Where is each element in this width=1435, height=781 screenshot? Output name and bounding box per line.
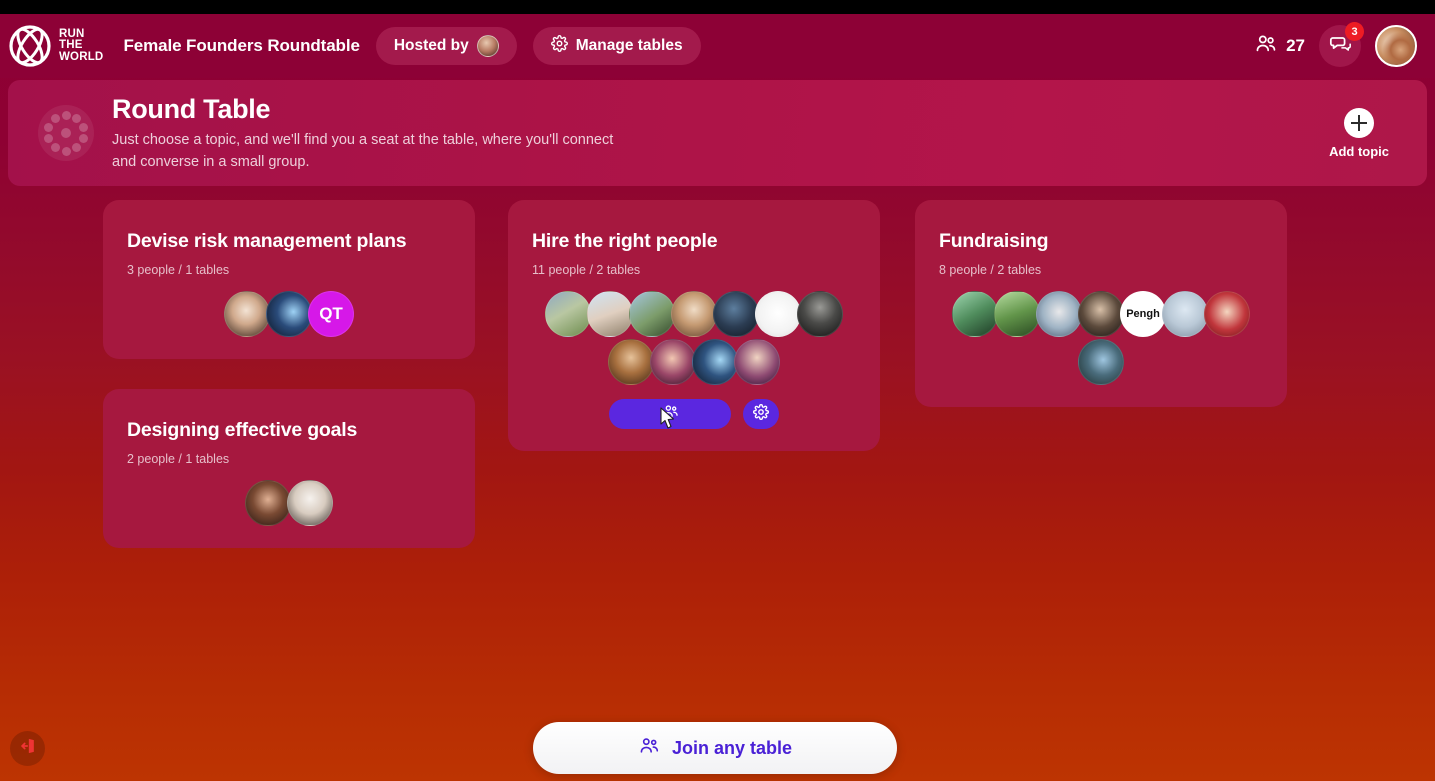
topic-card-actions [532,399,856,429]
topic-meta: 3 people / 1 tables [127,263,230,277]
participant-avatar[interactable]: Pengh [1120,291,1166,337]
brand-logo-line-3: WORLD [59,50,104,63]
participant-avatar[interactable] [266,291,312,337]
topic-meta: 2 people / 1 tables [127,452,230,466]
join-any-table-label: Join any table [671,737,793,758]
add-topic-label: Add topic [1329,143,1389,159]
participant-avatars: QT [127,291,451,337]
topic-meta: 8 people / 2 tables [939,263,1042,277]
page-subtitle: Just choose a topic, and we'll find you … [112,131,614,170]
viewer-count-group: 27 [1255,34,1305,59]
manage-tables-label: Manage tables [575,37,683,54]
header-actions: 27 3 [1255,22,1417,67]
brand-logo-text: RUN THE WORLD [59,28,104,64]
host-avatar [476,35,499,57]
participant-avatar[interactable] [797,291,843,337]
topic-column-2: Hire the right people 11 people / 2 table… [508,200,880,481]
participant-avatar[interactable] [1036,291,1082,337]
round-table-banner: Round Table Just choose a topic, and we'… [8,80,1427,186]
participant-avatars: Pengh [939,291,1263,385]
participant-avatar[interactable] [734,339,780,385]
leave-event-button[interactable] [10,731,45,766]
topic-card[interactable]: Fundraising 8 people / 2 tables Pengh [915,200,1287,407]
gear-icon [550,35,568,57]
user-avatar[interactable] [1375,25,1417,67]
topic-title: Designing effective goals [127,419,358,441]
topic-meta: 11 people / 2 tables [532,263,641,277]
participant-avatars [532,291,856,385]
join-table-button[interactable] [609,399,731,429]
participant-avatar[interactable] [692,339,738,385]
page-title: Round Table [112,93,271,124]
participant-avatars [127,480,451,526]
participant-avatar[interactable] [629,291,675,337]
topic-card[interactable]: Designing effective goals 2 people / 1 ta… [103,389,475,548]
leave-exit-icon [18,736,38,761]
avatar-row [1078,339,1124,385]
participant-avatar[interactable] [952,291,998,337]
participant-avatar[interactable] [545,291,591,337]
people-icon [638,737,660,760]
topic-column-3: Fundraising 8 people / 2 tables Pengh [915,200,1287,437]
brand-logo[interactable]: RUN THE WORLD [8,24,103,68]
participant-avatar[interactable] [650,339,696,385]
round-table-icon [38,105,94,161]
participant-avatar[interactable] [1078,291,1124,337]
topic-column-1: Devise risk management plans 3 people / 1… [103,200,475,578]
avatar-row: Pengh [952,291,1250,337]
participant-avatar[interactable] [245,480,291,526]
participant-avatar[interactable] [755,291,801,337]
run-the-world-logo-icon [8,24,52,68]
window-top-bar [0,0,1435,14]
topic-card[interactable]: Devise risk management plans 3 people / 1… [103,200,475,359]
participant-avatar[interactable] [608,339,654,385]
app-header: RUN THE WORLD Female Founders Roundtable… [0,14,1435,78]
participant-avatar[interactable] [1162,291,1208,337]
participant-avatar[interactable]: QT [308,291,354,337]
join-any-table-button[interactable]: Join any table [533,722,897,774]
hosted-by-button[interactable]: Hosted by [375,27,517,65]
viewer-count: 27 [1286,36,1305,55]
avatar-row [545,291,843,337]
topic-title: Devise risk management plans [127,230,407,252]
participant-avatar[interactable] [713,291,759,337]
chat-unread-badge: 3 [1345,22,1364,41]
topic-card[interactable]: Hire the right people 11 people / 2 table… [508,200,880,451]
avatar-row: QT [224,291,354,337]
participant-avatar[interactable] [1204,291,1250,337]
participant-avatar[interactable] [671,291,717,337]
participant-avatar[interactable] [1078,339,1124,385]
avatar-row [245,480,333,526]
join-table-icon [662,404,679,424]
participant-avatar[interactable] [224,291,270,337]
add-topic-button[interactable]: Add topic [1329,107,1389,159]
round-table-page: RUN THE WORLD Female Founders Roundtable… [0,0,1435,781]
chat-button[interactable]: 3 [1319,22,1364,67]
participant-avatar[interactable] [587,291,633,337]
people-icon [1255,34,1277,59]
topic-title: Fundraising [939,230,1049,252]
topic-title: Hire the right people [532,230,718,252]
gear-icon [753,403,769,425]
event-title: Female Founders Roundtable [123,36,360,55]
participant-avatar[interactable] [994,291,1040,337]
banner-text: Round Table Just choose a topic, and we'… [112,94,1329,173]
topic-settings-button[interactable] [743,399,779,429]
participant-avatar[interactable] [287,480,333,526]
avatar-row [608,339,780,385]
hosted-by-label: Hosted by [393,37,469,54]
plus-icon [1344,107,1375,138]
manage-tables-button[interactable]: Manage tables [532,27,701,65]
